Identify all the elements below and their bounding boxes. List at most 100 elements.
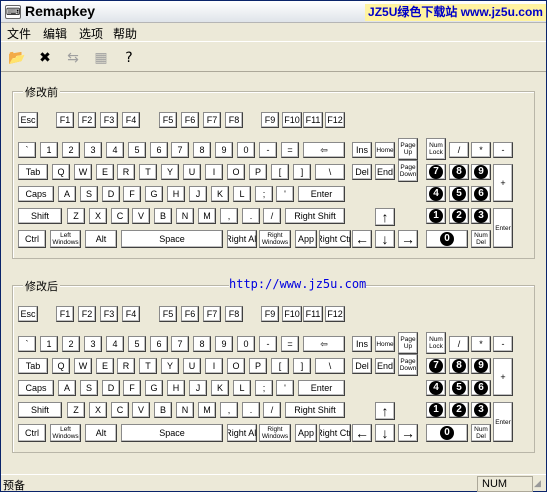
before-key-alt[interactable]: Alt [85,230,117,248]
after-key-pgup[interactable]: Page Up [398,332,418,354]
title-bar[interactable]: ⌨ Remapkey JZ5U绿色下载站 www.jz5u.com [1,1,546,23]
before-key-a[interactable]: A [58,186,76,202]
after-key-p[interactable]: P [249,358,267,374]
before-key-nenter[interactable]: Enter [493,208,513,248]
before-key-d3[interactable]: 3 [84,142,102,158]
after-key-rshift[interactable]: Right Shift [285,402,345,418]
after-key-d8[interactable]: 8 [193,336,211,352]
after-key-tab[interactable]: Tab [18,358,48,374]
before-key-n[interactable]: N [176,208,194,224]
after-key-f1[interactable]: F1 [56,306,74,322]
before-key-f10[interactable]: F10 [282,112,302,128]
after-key-d6[interactable]: 6 [150,336,168,352]
before-key-d4[interactable]: 4 [106,142,124,158]
before-key-nmul[interactable]: * [471,142,491,158]
before-key-f3[interactable]: F3 [100,112,118,128]
before-key-d9[interactable]: 9 [215,142,233,158]
before-key-k[interactable]: K [211,186,229,202]
after-key-lshift[interactable]: Shift [18,402,62,418]
before-key-q[interactable]: Q [52,164,70,180]
before-key-f4[interactable]: F4 [122,112,140,128]
before-key-d0[interactable]: 0 [237,142,255,158]
before-key-f8[interactable]: F8 [225,112,243,128]
after-key-j[interactable]: J [189,380,207,396]
after-key-numlock[interactable]: Num Lock [426,332,446,354]
after-key-ndel[interactable]: Num Del [471,424,491,442]
after-key-u[interactable]: U [183,358,201,374]
before-key-d7[interactable]: 7 [171,142,189,158]
before-key-equal[interactable]: = [281,142,299,158]
before-key-pgdn[interactable]: Page Down [398,160,418,182]
before-key-numlock[interactable]: Num Lock [426,138,446,160]
after-key-o[interactable]: O [227,358,245,374]
after-key-d9[interactable]: 9 [215,336,233,352]
after-key-f11[interactable]: F11 [303,306,323,322]
before-key-enter[interactable]: Enter [298,186,345,202]
before-key-p[interactable]: P [249,164,267,180]
help-icon[interactable]: ? [117,46,141,69]
before-key-rctrl[interactable]: Right Ctrl [319,230,351,248]
menu-edit[interactable]: 编辑 [43,25,67,42]
after-key-w[interactable]: W [74,358,92,374]
before-key-x[interactable]: X [89,208,107,224]
after-key-y[interactable]: Y [161,358,179,374]
before-key-ralt[interactable]: Right Alt [227,230,257,248]
before-key-h[interactable]: H [167,186,185,202]
after-key-esc[interactable]: Esc [18,306,38,322]
after-key-nenter[interactable]: Enter [493,402,513,442]
before-key-right[interactable]: → [398,230,418,248]
after-key-r[interactable]: R [117,358,135,374]
before-key-w[interactable]: W [74,164,92,180]
before-key-home[interactable]: Home [375,142,395,158]
before-key-d1[interactable]: 1 [40,142,58,158]
after-key-f5[interactable]: F5 [159,306,177,322]
before-key-semi[interactable]: ; [255,186,273,202]
before-key-grave[interactable]: ` [18,142,36,158]
before-key-n1[interactable]: 1 [426,208,446,224]
after-key-h[interactable]: H [167,380,185,396]
after-key-f7[interactable]: F7 [203,306,221,322]
after-key-d[interactable]: D [102,380,120,396]
before-key-n4[interactable]: 4 [426,186,446,202]
before-key-g[interactable]: G [145,186,163,202]
after-key-d4[interactable]: 4 [106,336,124,352]
before-key-r[interactable]: R [117,164,135,180]
before-key-d6[interactable]: 6 [150,142,168,158]
before-key-z[interactable]: Z [67,208,85,224]
after-key-d3[interactable]: 3 [84,336,102,352]
after-key-lbr[interactable]: [ [271,358,289,374]
after-key-k[interactable]: K [211,380,229,396]
before-key-n0[interactable]: 0 [426,230,468,248]
after-key-comma[interactable]: , [220,402,238,418]
before-key-up[interactable]: ↑ [375,208,395,226]
before-key-del[interactable]: Del [352,164,372,180]
after-key-v[interactable]: V [132,402,150,418]
after-key-x[interactable]: X [89,402,107,418]
load-icon[interactable]: 📂 [5,46,29,69]
before-key-j[interactable]: J [189,186,207,202]
before-key-f11[interactable]: F11 [303,112,323,128]
after-key-caps[interactable]: Caps [18,380,54,396]
before-key-v[interactable]: V [132,208,150,224]
after-key-n5[interactable]: 5 [449,380,469,396]
before-key-rbr[interactable]: ] [293,164,311,180]
reset-icon[interactable]: ✖ [33,46,57,69]
menu-help[interactable]: 帮助 [113,25,137,42]
after-key-space[interactable]: Space [121,424,223,442]
before-key-n9[interactable]: 9 [471,164,491,180]
after-key-f6[interactable]: F6 [181,306,199,322]
after-key-b[interactable]: B [154,402,172,418]
before-key-f[interactable]: F [123,186,141,202]
after-key-rctrl[interactable]: Right Ctrl [319,424,351,442]
after-key-d7[interactable]: 7 [171,336,189,352]
before-key-minus[interactable]: - [259,142,277,158]
before-key-f5[interactable]: F5 [159,112,177,128]
after-key-f12[interactable]: F12 [325,306,345,322]
after-key-d0[interactable]: 0 [237,336,255,352]
after-key-a[interactable]: A [58,380,76,396]
before-key-u[interactable]: U [183,164,201,180]
before-key-s[interactable]: S [80,186,98,202]
after-key-i[interactable]: I [205,358,223,374]
after-key-n3[interactable]: 3 [471,402,491,418]
after-key-f[interactable]: F [123,380,141,396]
